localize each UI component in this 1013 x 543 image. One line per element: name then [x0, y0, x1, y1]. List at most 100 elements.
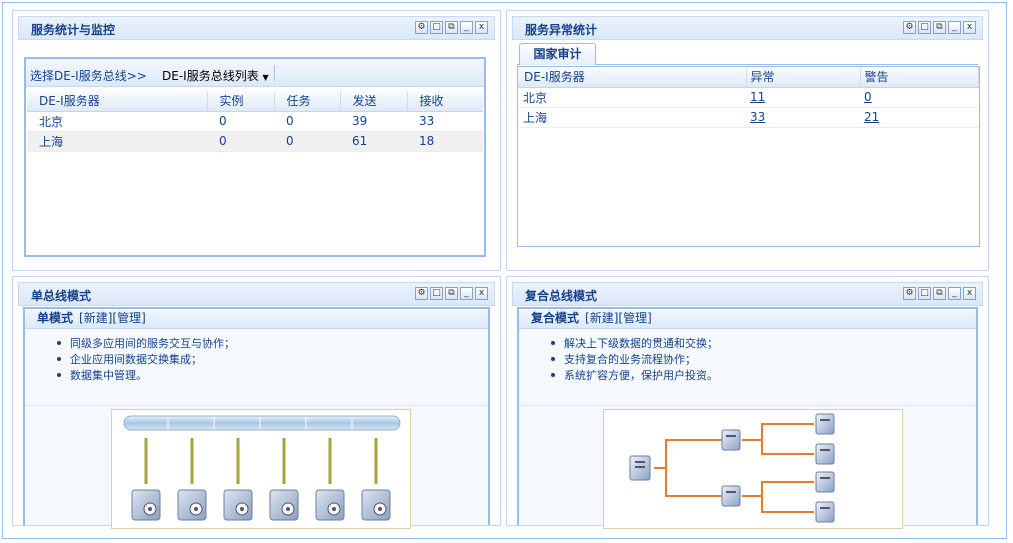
- col-server[interactable]: DE-I服务器: [518, 67, 747, 88]
- maximize-icon[interactable]: □: [918, 21, 931, 34]
- col-warning[interactable]: 警告: [860, 67, 979, 88]
- cell-server: 北京: [27, 111, 207, 132]
- col-received[interactable]: 接收: [407, 91, 483, 112]
- close-icon[interactable]: x: [963, 287, 976, 300]
- toolbar-separator: [274, 65, 275, 81]
- mode-title: 复合模式: [531, 311, 580, 325]
- stats-toolbar: 选择DE-I服务总线>> DE-I服务总线列表 ▼: [26, 59, 484, 87]
- maximize-icon[interactable]: □: [430, 21, 443, 34]
- portlet-tools: ⚙ □ ⧉ _ x: [903, 287, 976, 300]
- portlet-title: 单总线模式: [31, 289, 92, 303]
- new-link[interactable]: [新建]: [79, 311, 112, 325]
- feature-list: 解决上下级数据的贯通和交换； 支持复合的业务流程协作； 系统扩容方便，保护用户投…: [519, 335, 976, 383]
- wrench-icon[interactable]: ⚙: [415, 21, 428, 34]
- bus-select-label: 选择DE-I服务总线>>: [30, 69, 147, 83]
- cell-received: 33: [407, 111, 483, 132]
- new-link[interactable]: [新建]: [585, 311, 618, 325]
- tab-strip: 国家审计: [517, 41, 978, 65]
- table-row[interactable]: 上海 33 21: [518, 107, 979, 128]
- minimize-icon[interactable]: _: [460, 21, 473, 34]
- list-item: 数据集中管理。: [55, 367, 488, 383]
- portlet-tools: ⚙ □ ⧉ _ x: [903, 21, 976, 34]
- portlet-header[interactable]: 单总线模式 ⚙ □ ⧉ _ x: [18, 282, 495, 306]
- restore-icon[interactable]: ⧉: [445, 21, 458, 34]
- table-row[interactable]: 上海 0 0 61 18: [27, 131, 483, 152]
- single-mode-panel: 单模式 [新建][管理] 同级多应用间的服务交互与协作； 企业应用间数据交换集成；…: [23, 307, 490, 529]
- cell-task: 0: [274, 111, 340, 132]
- list-item: 同级多应用间的服务交互与协作；: [55, 335, 488, 351]
- cell-received: 18: [407, 131, 483, 152]
- wrench-icon[interactable]: ⚙: [903, 21, 916, 34]
- table-row[interactable]: 北京 11 0: [518, 87, 979, 108]
- wrench-icon[interactable]: ⚙: [903, 287, 916, 300]
- single-bus-diagram: [111, 409, 411, 529]
- portlet-single-bus: 单总线模式 ⚙ □ ⧉ _ x 单模式 [新建][管理] 同级多应用间的服务交互与…: [12, 276, 501, 529]
- portal-container: 服务统计与监控 ⚙ □ ⧉ _ x 选择DE-I服务总线>> DE-I服务总线列…: [2, 2, 1007, 539]
- stats-panel: 选择DE-I服务总线>> DE-I服务总线列表 ▼ DE-I服务器 实例 任务 …: [24, 57, 486, 257]
- portlet-header[interactable]: 服务异常统计 ⚙ □ ⧉ _ x: [512, 16, 983, 40]
- tree-diagram-svg: [629, 413, 835, 523]
- close-icon[interactable]: x: [475, 21, 488, 34]
- cell-server: 北京: [518, 87, 746, 108]
- maximize-icon[interactable]: □: [430, 287, 443, 300]
- mode-title: 单模式: [37, 311, 74, 325]
- cell-server: 上海: [27, 131, 207, 152]
- stats-grid: DE-I服务器 实例 任务 发送 接收 北京 0 0 39 33 上海 0 0 …: [27, 91, 483, 152]
- portlet-title: 服务统计与监控: [31, 23, 116, 37]
- tab-national-audit[interactable]: 国家审计: [519, 43, 596, 65]
- warning-count-link[interactable]: 21: [864, 110, 879, 124]
- portlet-tools: ⚙ □ ⧉ _ x: [415, 21, 488, 34]
- portlet-title: 复合总线模式: [525, 289, 598, 303]
- col-task[interactable]: 任务: [274, 91, 341, 112]
- wrench-icon[interactable]: ⚙: [415, 287, 428, 300]
- restore-icon[interactable]: ⧉: [933, 21, 946, 34]
- chevron-down-icon: ▼: [262, 73, 269, 82]
- cell-instance: 0: [207, 111, 274, 132]
- col-exception[interactable]: 异常: [746, 67, 861, 88]
- manage-link[interactable]: [管理]: [112, 311, 145, 325]
- service-bus-icon: [123, 415, 401, 431]
- mode-header: 复合模式 [新建][管理]: [519, 309, 976, 329]
- maximize-icon[interactable]: □: [918, 287, 931, 300]
- exception-count-link[interactable]: 33: [750, 110, 765, 124]
- mode-header: 单模式 [新建][管理]: [25, 309, 488, 329]
- minimize-icon[interactable]: _: [948, 287, 961, 300]
- cell-instance: 0: [207, 131, 274, 152]
- portlet-tools: ⚙ □ ⧉ _ x: [415, 287, 488, 300]
- exception-count-link[interactable]: 11: [750, 90, 765, 104]
- list-item: 企业应用间数据交换集成；: [55, 351, 488, 367]
- exception-grid-panel: DE-I服务器 异常 警告 北京 11 0 上海 33 21: [517, 66, 980, 247]
- cell-task: 0: [274, 131, 340, 152]
- exception-grid: DE-I服务器 异常 警告 北京 11 0 上海 33 21: [518, 67, 979, 128]
- portlet-header[interactable]: 服务统计与监控 ⚙ □ ⧉ _ x: [18, 16, 495, 40]
- section-divider: [25, 405, 488, 406]
- portlet-service-stats: 服务统计与监控 ⚙ □ ⧉ _ x 选择DE-I服务总线>> DE-I服务总线列…: [12, 10, 501, 271]
- restore-icon[interactable]: ⧉: [445, 287, 458, 300]
- cell-sent: 39: [340, 111, 407, 132]
- list-item: 解决上下级数据的贯通和交换；: [549, 335, 976, 351]
- table-row[interactable]: 北京 0 0 39 33: [27, 111, 483, 132]
- warning-count-link[interactable]: 0: [864, 90, 872, 104]
- bus-list-dropdown[interactable]: DE-I服务总线列表 ▼: [162, 67, 269, 84]
- cell-server: 上海: [518, 107, 746, 128]
- restore-icon[interactable]: ⧉: [933, 287, 946, 300]
- bus-diagram-svg: [123, 415, 401, 521]
- col-instance[interactable]: 实例: [207, 91, 275, 112]
- cell-sent: 61: [340, 131, 407, 152]
- list-item: 系统扩容方便，保护用户投资。: [549, 367, 976, 383]
- composite-mode-panel: 复合模式 [新建][管理] 解决上下级数据的贯通和交换； 支持复合的业务流程协作；…: [517, 307, 978, 529]
- manage-link[interactable]: [管理]: [618, 311, 651, 325]
- feature-list: 同级多应用间的服务交互与协作； 企业应用间数据交换集成； 数据集中管理。: [25, 335, 488, 383]
- portlet-title: 服务异常统计: [525, 23, 598, 37]
- list-item: 支持复合的业务流程协作；: [549, 351, 976, 367]
- composite-bus-diagram: [603, 409, 903, 529]
- minimize-icon[interactable]: _: [460, 287, 473, 300]
- portlet-header[interactable]: 复合总线模式 ⚙ □ ⧉ _ x: [512, 282, 983, 306]
- col-sent[interactable]: 发送: [340, 91, 408, 112]
- server-gear-icons: [131, 489, 391, 521]
- close-icon[interactable]: x: [475, 287, 488, 300]
- col-server[interactable]: DE-I服务器: [27, 91, 208, 112]
- portlet-exception-stats: 服务异常统计 ⚙ □ ⧉ _ x 国家审计 DE-I服务器 异常 警告 北京 1…: [506, 10, 989, 271]
- close-icon[interactable]: x: [963, 21, 976, 34]
- minimize-icon[interactable]: _: [948, 21, 961, 34]
